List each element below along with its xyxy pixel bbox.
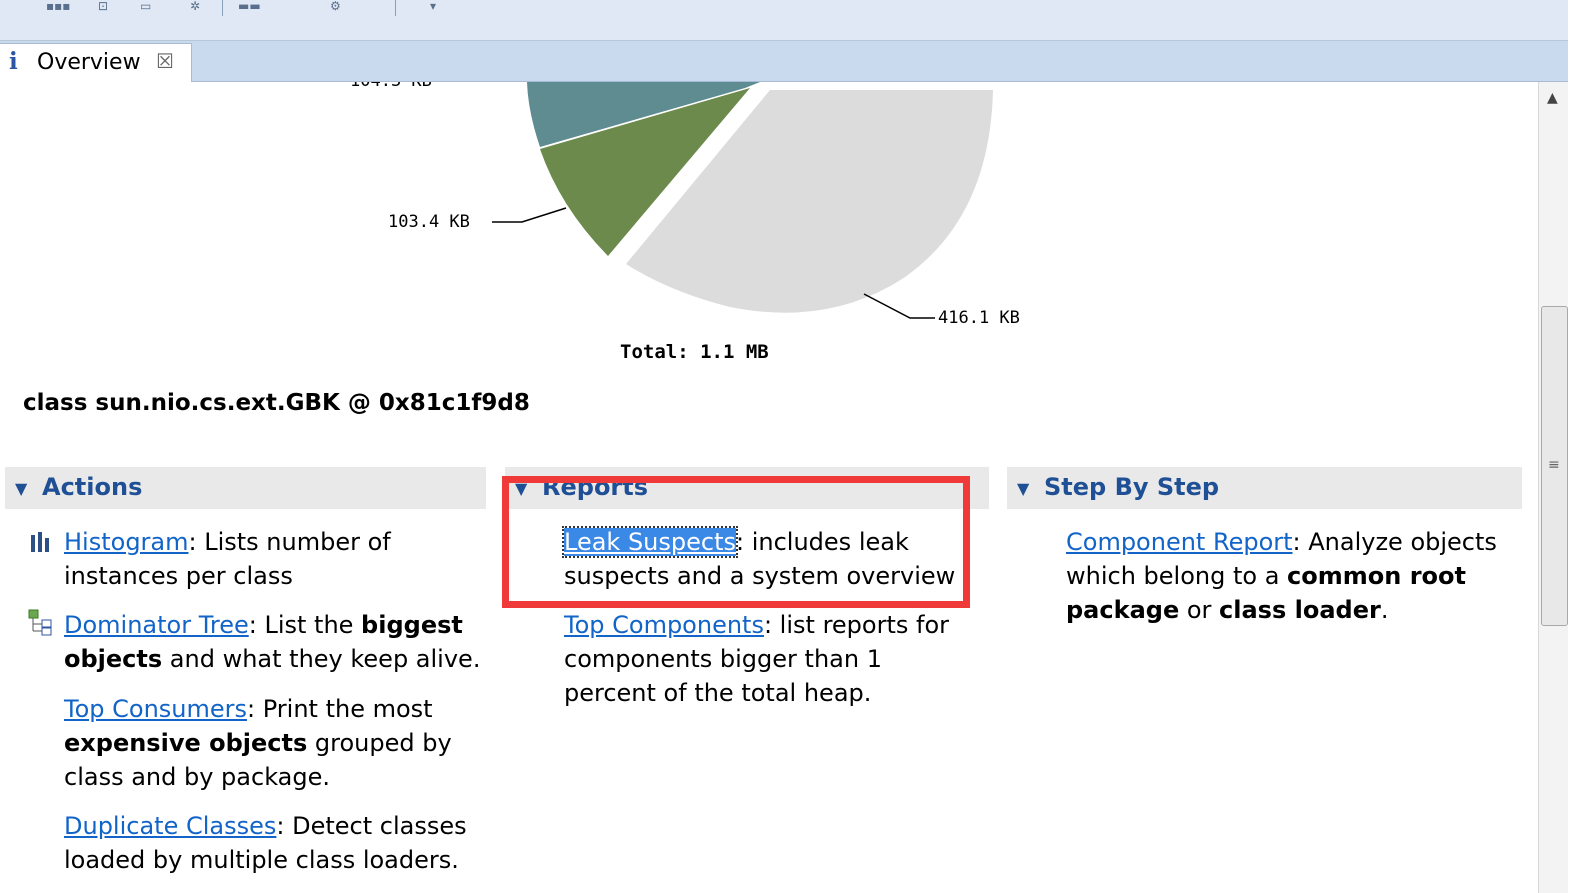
histogram-icon — [30, 532, 52, 556]
toolbar-icon-gear[interactable]: ✲ — [190, 0, 208, 14]
grip-icon: ≡ — [1548, 457, 1560, 473]
dominator-tree-link[interactable]: Dominator Tree — [64, 611, 249, 639]
expand-arrow-icon[interactable]: ▼ — [515, 479, 527, 498]
top-consumers-link[interactable]: Top Consumers — [64, 695, 247, 723]
close-icon[interactable]: ☒ — [156, 49, 174, 73]
top-components-link[interactable]: Top Components — [564, 611, 764, 639]
action-top-consumers: Top Consumers: Print the most expensive … — [64, 695, 452, 791]
scroll-up-arrow-icon[interactable]: ▲ — [1547, 90, 1558, 106]
heap-pie-chart — [492, 82, 993, 319]
histogram-link[interactable]: Histogram — [64, 528, 189, 556]
leader-line-green — [492, 207, 567, 223]
section-header-actions[interactable]: ▼ Actions — [5, 467, 486, 509]
section-header-reports[interactable]: ▼ Reports — [505, 467, 989, 509]
expand-arrow-icon[interactable]: ▼ — [15, 479, 27, 498]
section-header-step-by-step[interactable]: ▼ Step By Step — [1007, 467, 1522, 509]
pie-label-grey: 416.1 KB — [938, 308, 1020, 328]
pie-total: Total: 1.1 MB — [620, 341, 769, 363]
scrollbar-thumb[interactable]: ≡ — [1541, 306, 1568, 626]
section-title-reports: Reports — [542, 473, 649, 501]
report-top-components: Top Components: list reports for compone… — [564, 611, 949, 707]
tab-overview[interactable]: i Overview ☒ — [0, 43, 192, 82]
section-title-actions: Actions — [42, 473, 143, 501]
object-class-title: class sun.nio.cs.ext.GBK @ 0x81c1f9d8 — [23, 390, 530, 416]
toolbar-icon-query[interactable]: ▬▬ — [238, 0, 274, 14]
section-title-step-by-step: Step By Step — [1044, 473, 1220, 501]
leader-line-grey — [863, 293, 935, 319]
window-edge — [1568, 0, 1583, 893]
dominator-tree-icon — [28, 609, 56, 641]
pie-label-top: 104.3 KB — [350, 82, 432, 91]
toolbar-separator — [222, 0, 223, 16]
expand-arrow-icon[interactable]: ▼ — [1017, 479, 1029, 498]
report-leak-suspects: Leak Suspects: includes leak suspects an… — [561, 526, 956, 590]
toolbar-icon-tree[interactable]: ⊡ — [98, 0, 116, 14]
action-histogram: Histogram: Lists number of instances per… — [64, 528, 391, 590]
toolbar: ▪▪▪ ⊡ ▭ ✲ ▬▬ ⚙ ▾ — [0, 0, 1583, 41]
toolbar-icon-report[interactable]: ⚙ — [330, 0, 348, 14]
leak-suspects-link[interactable]: Leak Suspects — [561, 526, 739, 558]
info-icon: i — [9, 48, 18, 75]
toolbar-icon-grid[interactable]: ▪▪▪ — [46, 0, 70, 14]
tab-label: Overview — [37, 50, 141, 75]
editor-tab-bar: i Overview ☒ — [0, 41, 1568, 82]
vertical-scrollbar[interactable]: ▲ ≡ — [1538, 82, 1569, 893]
pie-label-green: 103.4 KB — [388, 212, 470, 232]
action-duplicate-classes: Duplicate Classes: Detect classes loaded… — [64, 812, 467, 874]
toolbar-icon-window[interactable]: ▭ — [140, 0, 158, 14]
toolbar-separator — [395, 0, 396, 16]
step-component-report: Component Report: Analyze objects which … — [1066, 528, 1497, 624]
action-dominator-tree: Dominator Tree: List the biggest objects… — [64, 611, 481, 673]
component-report-link[interactable]: Component Report — [1066, 528, 1293, 556]
toolbar-dropdown-icon[interactable]: ▾ — [430, 0, 448, 14]
duplicate-classes-link[interactable]: Duplicate Classes — [64, 812, 276, 840]
overview-content: 104.3 KB 103.4 KB 416.1 KB Total: 1.1 MB… — [0, 82, 1538, 893]
